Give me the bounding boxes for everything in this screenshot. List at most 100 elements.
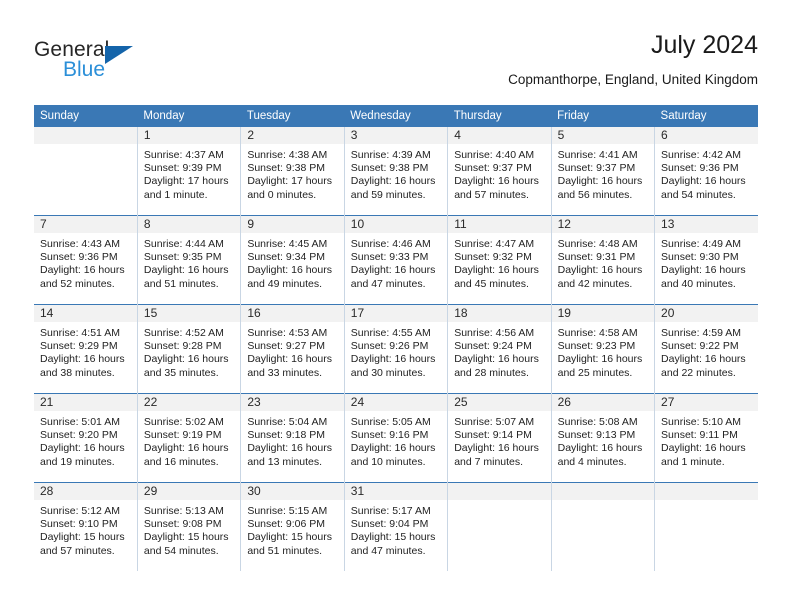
page-title: July 2024 bbox=[650, 31, 758, 59]
daylight-duration-line1: Daylight: 16 hours bbox=[350, 175, 436, 188]
day-number bbox=[448, 483, 551, 500]
sunset-time: Sunset: 9:04 PM bbox=[350, 518, 429, 531]
calendar-cell-day[interactable]: 8 Sunrise: 4:44 AM Sunset: 9:35 PM Daylight… bbox=[136, 215, 241, 305]
calendar-cell-empty bbox=[550, 482, 655, 571]
calendar-cell-inner: 11 Sunrise: 4:47 AM Sunset: 9:32 PM Dayligh… bbox=[448, 216, 551, 304]
calendar-cell-day[interactable]: 12 Sunrise: 4:48 AM Sunset: 9:31 PM Dayligh… bbox=[550, 215, 655, 305]
sunrise-time: Sunrise: 4:56 AM bbox=[454, 327, 535, 339]
day-detail-lines: Sunrise: 5:10 AM Sunset: 9:11 PM Daylight:… bbox=[655, 411, 758, 469]
sunrise-time: Sunrise: 5:04 AM bbox=[247, 416, 328, 428]
sunset-time: Sunset: 9:27 PM bbox=[247, 340, 325, 353]
day-detail-lines: Sunrise: 5:12 AM Sunset: 9:10 PM Daylight:… bbox=[34, 500, 137, 558]
calendar-cell-day[interactable]: 9 Sunrise: 4:45 AM Sunset: 9:34 PM Daylight… bbox=[240, 215, 345, 305]
calendar-body: 1 Sunrise: 4:37 AM Sunset: 9:39 PM Daylight… bbox=[34, 127, 758, 571]
day-detail-lines: Sunrise: 4:38 AM Sunset: 9:38 PM Daylight:… bbox=[241, 144, 343, 202]
day-number: 20 bbox=[655, 305, 758, 322]
calendar-cell-day[interactable]: 11 Sunrise: 4:47 AM Sunset: 9:32 PM Dayligh… bbox=[447, 215, 552, 305]
daylight-duration-line2: and 54 minutes. bbox=[661, 188, 736, 201]
day-detail-lines: Sunrise: 5:07 AM Sunset: 9:14 PM Daylight:… bbox=[448, 411, 550, 469]
sunset-time: Sunset: 9:23 PM bbox=[557, 340, 636, 353]
calendar-cell-day[interactable]: 28 Sunrise: 5:12 AM Sunset: 9:10 PM Dayligh… bbox=[34, 482, 138, 571]
page-header: General Blue July 2024 Copmanthorpe, Eng… bbox=[34, 30, 758, 96]
calendar-cell-day[interactable]: 30 Sunrise: 5:15 AM Sunset: 9:06 PM Dayligh… bbox=[240, 482, 345, 571]
day-detail-lines: Sunrise: 4:58 AM Sunset: 9:23 PM Daylight:… bbox=[552, 322, 654, 380]
daylight-duration-line1: Daylight: 16 hours bbox=[247, 442, 332, 455]
daylight-duration-line1: Daylight: 16 hours bbox=[350, 442, 436, 455]
sunset-time: Sunset: 9:29 PM bbox=[40, 340, 118, 353]
daylight-duration-line1: Daylight: 16 hours bbox=[350, 264, 436, 277]
calendar-cell-inner: 5 Sunrise: 4:41 AM Sunset: 9:37 PM Daylight… bbox=[551, 127, 655, 215]
day-detail-lines: Sunrise: 4:47 AM Sunset: 9:32 PM Daylight:… bbox=[448, 233, 550, 291]
calendar-cell-inner: 3 Sunrise: 4:39 AM Sunset: 9:38 PM Daylight… bbox=[344, 127, 448, 215]
daylight-duration-line2: and 52 minutes. bbox=[40, 277, 115, 290]
day-number: 7 bbox=[34, 216, 137, 233]
daylight-duration-line2: and 47 minutes. bbox=[350, 544, 426, 557]
day-detail-lines: Sunrise: 4:49 AM Sunset: 9:30 PM Daylight:… bbox=[655, 233, 758, 291]
calendar-cell-day[interactable]: 31 Sunrise: 5:17 AM Sunset: 9:04 PM Dayligh… bbox=[343, 482, 448, 571]
calendar-cell-day[interactable]: 26 Sunrise: 5:08 AM Sunset: 9:13 PM Dayligh… bbox=[550, 393, 655, 483]
daylight-duration-line2: and 1 minute. bbox=[661, 455, 725, 468]
calendar-cell-day[interactable]: 29 Sunrise: 5:13 AM Sunset: 9:08 PM Dayligh… bbox=[136, 482, 241, 571]
sunrise-time: Sunrise: 4:43 AM bbox=[40, 238, 120, 250]
calendar-cell-day[interactable]: 27 Sunrise: 5:10 AM Sunset: 9:11 PM Dayligh… bbox=[654, 393, 758, 483]
day-detail-lines: Sunrise: 4:44 AM Sunset: 9:35 PM Daylight:… bbox=[138, 233, 240, 291]
calendar-cell-day[interactable]: 16 Sunrise: 4:53 AM Sunset: 9:27 PM Dayligh… bbox=[240, 304, 345, 394]
title-block: July 2024 Copmanthorpe, England, United … bbox=[508, 30, 758, 90]
weekday-header-monday: Monday bbox=[137, 105, 241, 127]
calendar-cell-day[interactable]: 2 Sunrise: 4:38 AM Sunset: 9:38 PM Daylight… bbox=[240, 127, 345, 216]
calendar-cell-day[interactable]: 1 Sunrise: 4:37 AM Sunset: 9:39 PM Daylight… bbox=[136, 127, 241, 216]
sunset-time: Sunset: 9:31 PM bbox=[557, 251, 636, 264]
day-number: 19 bbox=[551, 305, 655, 322]
calendar-cell-day[interactable]: 13 Sunrise: 4:49 AM Sunset: 9:30 PM Dayligh… bbox=[654, 215, 758, 305]
calendar-cell-day[interactable]: 7 Sunrise: 4:43 AM Sunset: 9:36 PM Daylight… bbox=[34, 215, 138, 305]
day-detail-lines: Sunrise: 4:41 AM Sunset: 9:37 PM Daylight:… bbox=[552, 144, 654, 202]
day-detail-lines: Sunrise: 4:56 AM Sunset: 9:24 PM Daylight:… bbox=[448, 322, 550, 380]
daylight-duration-line1: Daylight: 16 hours bbox=[454, 353, 539, 366]
calendar-cell-day[interactable]: 5 Sunrise: 4:41 AM Sunset: 9:37 PM Daylight… bbox=[550, 127, 655, 216]
calendar-cell-day[interactable]: 25 Sunrise: 5:07 AM Sunset: 9:14 PM Dayligh… bbox=[447, 393, 552, 483]
calendar-cell-day[interactable]: 21 Sunrise: 5:01 AM Sunset: 9:20 PM Dayligh… bbox=[34, 393, 138, 483]
daylight-duration-line2: and 19 minutes. bbox=[40, 455, 115, 468]
daylight-duration-line2: and 42 minutes. bbox=[557, 277, 633, 290]
sunrise-time: Sunrise: 4:52 AM bbox=[143, 327, 224, 339]
daylight-duration-line2: and 57 minutes. bbox=[40, 544, 115, 557]
calendar-cell-day[interactable]: 17 Sunrise: 4:55 AM Sunset: 9:26 PM Dayligh… bbox=[343, 304, 448, 394]
calendar-cell-day[interactable]: 22 Sunrise: 5:02 AM Sunset: 9:19 PM Dayligh… bbox=[136, 393, 241, 483]
day-number: 16 bbox=[241, 305, 344, 322]
sunset-time: Sunset: 9:06 PM bbox=[247, 518, 325, 531]
weekday-header-wednesday: Wednesday bbox=[344, 105, 448, 127]
calendar-cell-day[interactable]: 6 Sunrise: 4:42 AM Sunset: 9:36 PM Daylight… bbox=[654, 127, 758, 216]
logo-text-blue: Blue bbox=[63, 58, 106, 81]
calendar-cell-day[interactable]: 24 Sunrise: 5:05 AM Sunset: 9:16 PM Dayligh… bbox=[343, 393, 448, 483]
daylight-duration-line1: Daylight: 16 hours bbox=[454, 442, 539, 455]
calendar-cell-day[interactable]: 15 Sunrise: 4:52 AM Sunset: 9:28 PM Dayligh… bbox=[136, 304, 241, 394]
day-number: 4 bbox=[448, 127, 551, 144]
daylight-duration-line2: and 56 minutes. bbox=[557, 188, 633, 201]
calendar-cell-day[interactable]: 3 Sunrise: 4:39 AM Sunset: 9:38 PM Daylight… bbox=[343, 127, 448, 216]
sunrise-time: Sunrise: 5:07 AM bbox=[454, 416, 535, 428]
sunrise-time: Sunrise: 4:58 AM bbox=[557, 327, 638, 339]
day-number: 12 bbox=[551, 216, 655, 233]
calendar-cell-day[interactable]: 23 Sunrise: 5:04 AM Sunset: 9:18 PM Dayligh… bbox=[240, 393, 345, 483]
calendar-week-row: 1 Sunrise: 4:37 AM Sunset: 9:39 PM Daylight… bbox=[34, 127, 758, 216]
daylight-duration-line2: and 25 minutes. bbox=[557, 366, 633, 379]
daylight-duration-line1: Daylight: 16 hours bbox=[557, 442, 643, 455]
calendar-cell-day[interactable]: 4 Sunrise: 4:40 AM Sunset: 9:37 PM Daylight… bbox=[447, 127, 552, 216]
calendar-cell-day[interactable]: 10 Sunrise: 4:46 AM Sunset: 9:33 PM Dayligh… bbox=[343, 215, 448, 305]
calendar-cell-day[interactable]: 20 Sunrise: 4:59 AM Sunset: 9:22 PM Dayligh… bbox=[654, 304, 758, 394]
day-number: 26 bbox=[551, 394, 655, 411]
calendar-cell-day[interactable]: 18 Sunrise: 4:56 AM Sunset: 9:24 PM Dayligh… bbox=[447, 304, 552, 394]
calendar-cell-inner: 18 Sunrise: 4:56 AM Sunset: 9:24 PM Dayligh… bbox=[448, 305, 551, 393]
calendar-cell-day[interactable]: 14 Sunrise: 4:51 AM Sunset: 9:29 PM Dayligh… bbox=[34, 304, 138, 394]
sunset-time: Sunset: 9:26 PM bbox=[350, 340, 429, 353]
daylight-duration-line1: Daylight: 16 hours bbox=[661, 175, 746, 188]
day-detail-lines: Sunrise: 4:51 AM Sunset: 9:29 PM Daylight:… bbox=[34, 322, 137, 380]
day-detail-lines: Sunrise: 4:39 AM Sunset: 9:38 PM Daylight:… bbox=[345, 144, 447, 202]
daylight-duration-line2: and 7 minutes. bbox=[454, 455, 524, 468]
daylight-duration-line1: Daylight: 16 hours bbox=[143, 264, 229, 277]
calendar-cell-day[interactable]: 19 Sunrise: 4:58 AM Sunset: 9:23 PM Dayligh… bbox=[550, 304, 655, 394]
day-number: 8 bbox=[137, 216, 241, 233]
sunset-time: Sunset: 9:30 PM bbox=[661, 251, 739, 264]
calendar-cell-inner: 29 Sunrise: 5:13 AM Sunset: 9:08 PM Dayligh… bbox=[137, 483, 241, 571]
daylight-duration-line1: Daylight: 16 hours bbox=[40, 353, 125, 366]
